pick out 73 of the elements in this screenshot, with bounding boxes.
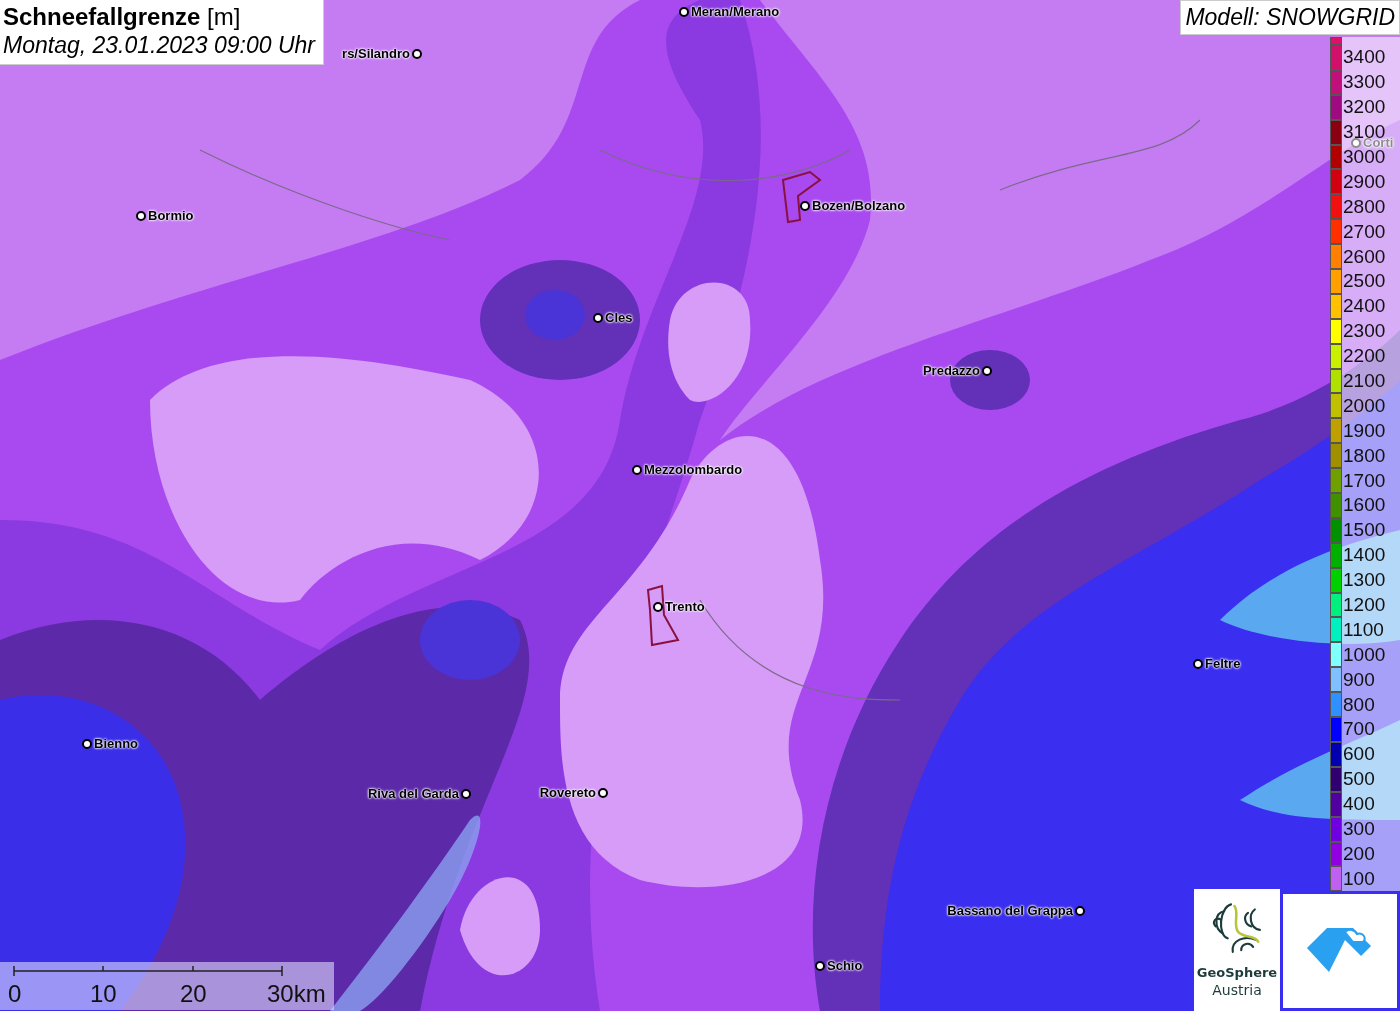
legend-label: 3300 — [1342, 72, 1386, 93]
legend-label: 2400 — [1342, 296, 1386, 317]
legend-label: 600 — [1342, 744, 1375, 765]
legend-label: 2200 — [1342, 346, 1386, 367]
scale-label: 20 — [180, 980, 207, 1008]
city-dot-icon — [461, 789, 471, 799]
legend-label: 1000 — [1342, 644, 1386, 665]
scale-ruler-icon — [13, 964, 283, 978]
legend-label: 800 — [1342, 694, 1375, 715]
city-dot-icon — [136, 211, 146, 221]
legend-label: 100 — [1342, 868, 1375, 889]
city-label: Predazzo — [922, 363, 980, 379]
model-label: Modell: SNOWGRID — [1180, 0, 1400, 35]
city-dot-icon — [598, 788, 608, 798]
legend-label: 2500 — [1342, 271, 1386, 292]
city-dot-icon — [653, 602, 663, 612]
city-label: Bassano del Grappa — [947, 903, 1073, 919]
legend-label: 2600 — [1342, 246, 1386, 267]
legend-label: 1800 — [1342, 445, 1386, 466]
city-label: Bormio — [148, 208, 194, 224]
city-label: Riva del Garda — [367, 786, 459, 802]
legend-label: 2700 — [1342, 221, 1386, 242]
legend-label: 1200 — [1342, 595, 1386, 616]
scale-label: 30km — [267, 980, 326, 1008]
city-dot-icon — [82, 739, 92, 749]
legend-label: 3000 — [1342, 147, 1386, 167]
legend-label: 2000 — [1342, 395, 1386, 416]
city-dot-icon — [679, 7, 689, 17]
city-dot-icon — [1193, 659, 1203, 669]
legend-label: 1700 — [1342, 470, 1386, 491]
legend-label: 1600 — [1342, 495, 1386, 516]
city-dot-icon — [982, 366, 992, 376]
city-label: Bienno — [94, 736, 139, 752]
city-label: Cles — [605, 310, 633, 326]
city-label: Meran/Merano — [691, 4, 780, 20]
unit-label: [m] — [207, 3, 241, 30]
legend-label: 1900 — [1342, 420, 1386, 441]
legend-label: 2100 — [1342, 371, 1386, 391]
city-dot-icon — [593, 313, 603, 323]
legend-label: 300 — [1342, 819, 1375, 840]
city-dot-icon — [632, 465, 642, 475]
city-label: Feltre — [1205, 656, 1241, 672]
legend-label: 900 — [1342, 669, 1375, 690]
legend-label: 3400 — [1342, 47, 1386, 68]
legend-label: 700 — [1342, 719, 1375, 740]
scale-label: 10 — [90, 980, 117, 1008]
city-label: rs/Silandro — [342, 46, 410, 62]
city-label: Schio — [827, 958, 863, 974]
city-dot-icon — [1351, 138, 1361, 148]
legend-label: 1500 — [1342, 520, 1386, 541]
map-title: Schneefallgrenze — [3, 3, 201, 30]
legend-label: 2900 — [1342, 171, 1386, 192]
city-label: Rovereto — [539, 785, 596, 801]
city-dot-icon — [800, 201, 810, 211]
logo-subtitle: Austria — [1212, 981, 1262, 999]
city-dot-icon — [412, 49, 422, 59]
city-dot-icon — [815, 961, 825, 971]
legend-label: 1300 — [1342, 570, 1386, 591]
date-label: Montag, 23.01.2023 09:00 Uhr — [3, 31, 315, 59]
scale-label: 0 — [8, 980, 22, 1008]
legend-label: 2800 — [1342, 196, 1386, 217]
legend-label: 2300 — [1342, 321, 1386, 342]
city-label: Bozen/Bolzano — [812, 198, 906, 214]
legend-label: 400 — [1342, 794, 1375, 815]
legend-label: 3200 — [1342, 97, 1386, 118]
legend-label: 500 — [1342, 769, 1375, 790]
city-dot-icon — [1075, 906, 1085, 916]
legend-label: 1400 — [1342, 545, 1386, 566]
legend-label: 200 — [1342, 843, 1375, 864]
legend-label: 1100 — [1342, 619, 1384, 640]
logo-name: GeoSphere — [1196, 965, 1278, 981]
city-label: Mezzolombardo — [644, 462, 743, 478]
city-label: Trento — [665, 599, 705, 615]
